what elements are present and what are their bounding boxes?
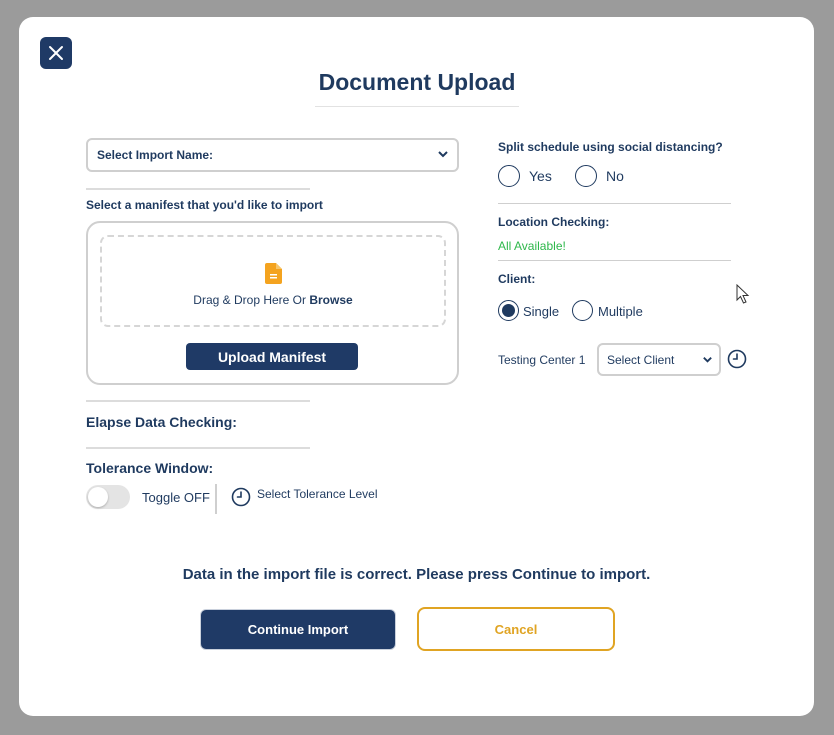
drop-zone[interactable]: Drag & Drop Here Or Browse bbox=[100, 235, 446, 327]
client-heading: Client: bbox=[498, 272, 536, 286]
radio-no[interactable] bbox=[575, 165, 597, 187]
close-button[interactable] bbox=[40, 37, 72, 69]
document-upload-modal: Document Upload Select Import Name: Sele… bbox=[19, 17, 814, 716]
drop-zone-text: Drag & Drop Here Or Browse bbox=[193, 293, 352, 307]
radio-single-label: Single bbox=[523, 304, 560, 319]
browse-link[interactable]: Browse bbox=[309, 293, 352, 307]
radio-yes[interactable] bbox=[498, 165, 520, 187]
radio-multiple[interactable] bbox=[572, 300, 593, 321]
client-select[interactable]: Select Client bbox=[597, 343, 721, 376]
toggle-knob bbox=[88, 487, 108, 507]
manifest-upload-panel: Drag & Drop Here Or Browse Upload Manife… bbox=[86, 221, 459, 385]
radio-no-label: No bbox=[606, 168, 624, 184]
continue-import-button[interactable]: Continue Import bbox=[200, 609, 396, 650]
tolerance-toggle[interactable] bbox=[86, 485, 130, 509]
clock-icon[interactable] bbox=[727, 349, 747, 369]
divider bbox=[86, 400, 310, 402]
mouse-cursor-icon bbox=[736, 284, 750, 304]
chevron-down-icon bbox=[438, 151, 448, 158]
radio-multiple-label: Multiple bbox=[598, 304, 643, 319]
testing-center-label: Testing Center 1 bbox=[498, 353, 586, 367]
elapse-data-heading: Elapse Data Checking: bbox=[86, 414, 237, 430]
import-name-select-value: Select Import Name: bbox=[97, 148, 214, 162]
divider bbox=[498, 260, 731, 261]
location-checking-heading: Location Checking: bbox=[498, 215, 610, 229]
location-status: All Available! bbox=[498, 239, 566, 253]
radio-yes-label: Yes bbox=[529, 168, 552, 184]
document-icon bbox=[264, 263, 282, 284]
drop-zone-label: Drag & Drop Here Or bbox=[193, 293, 306, 307]
client-select-value: Select Client bbox=[607, 352, 675, 367]
divider bbox=[86, 447, 310, 449]
clock-icon[interactable] bbox=[231, 487, 251, 507]
divider bbox=[86, 188, 310, 190]
page-title: Document Upload bbox=[315, 69, 519, 107]
cancel-button[interactable]: Cancel bbox=[417, 607, 615, 651]
confirmation-message: Data in the import file is correct. Plea… bbox=[182, 566, 651, 583]
divider bbox=[498, 203, 731, 204]
manifest-prompt: Select a manifest that you'd like to imp… bbox=[86, 198, 323, 212]
tolerance-window-heading: Tolerance Window: bbox=[86, 460, 214, 476]
vertical-divider bbox=[215, 484, 217, 514]
tolerance-level-select[interactable]: Select Tolerance Level bbox=[257, 487, 378, 501]
upload-manifest-button[interactable]: Upload Manifest bbox=[186, 343, 358, 370]
chevron-down-icon bbox=[703, 357, 712, 363]
close-icon bbox=[49, 46, 63, 60]
import-name-select[interactable]: Select Import Name: bbox=[86, 138, 459, 172]
toggle-label: Toggle OFF bbox=[142, 490, 210, 505]
split-schedule-question: Split schedule using social distancing? bbox=[498, 140, 723, 154]
radio-single[interactable] bbox=[498, 300, 519, 321]
